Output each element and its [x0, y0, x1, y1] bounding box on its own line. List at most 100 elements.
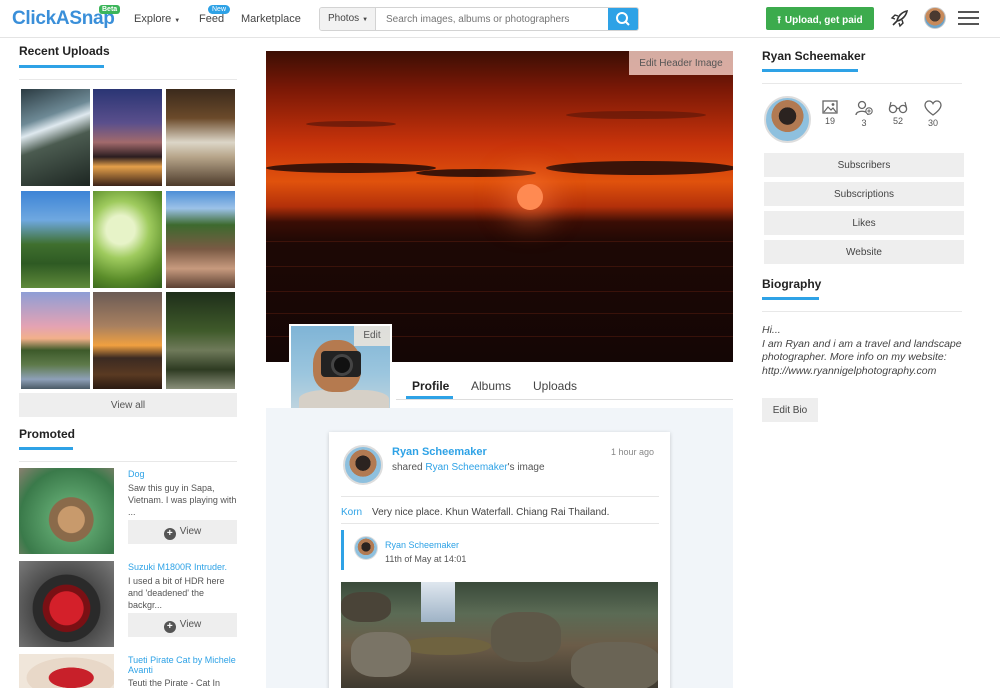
tab-albums[interactable]: Albums: [471, 379, 511, 393]
biography-text: Hi... I am Ryan and i am a travel and la…: [762, 324, 972, 378]
subscribers-stat[interactable]: 3: [849, 100, 879, 128]
section-underline: [762, 69, 858, 72]
promoted-title-link[interactable]: Tueti Pirate Cat by Michele Avanti: [128, 655, 240, 675]
shared-prefix: shared: [392, 462, 423, 473]
divider: [762, 83, 962, 84]
promoted-view-button[interactable]: + View: [128, 613, 237, 637]
top-navigation-bar: ClickASnap Beta Explore ▼ Feed New Market…: [0, 0, 1000, 38]
divider: [762, 311, 962, 312]
user-avatar[interactable]: [924, 7, 946, 29]
recent-upload-thumb[interactable]: [93, 292, 162, 389]
comment-text: Very nice place. Khun Waterfall. Chiang …: [372, 507, 610, 518]
shared-user-link[interactable]: Ryan Scheemaker: [425, 462, 507, 473]
recent-upload-thumb[interactable]: [93, 89, 162, 186]
website-button[interactable]: Website: [764, 240, 964, 264]
hamburger-menu-icon[interactable]: [958, 11, 979, 26]
nav-explore-label: Explore: [134, 13, 172, 25]
quote-bar: [341, 530, 344, 570]
profile-header-image: [266, 51, 733, 362]
glasses-icon: [888, 101, 908, 114]
promoted-title-link[interactable]: Dog: [128, 469, 240, 479]
add-user-icon: [855, 100, 873, 116]
image-icon: [822, 100, 838, 114]
post-timestamp: 1 hour ago: [611, 447, 655, 457]
recent-upload-thumb[interactable]: [21, 292, 90, 389]
view-label: View: [179, 619, 202, 630]
shared-author-name[interactable]: Ryan Scheemaker: [385, 540, 459, 550]
promoted-title-link[interactable]: Suzuki M1800R Intruder.: [128, 562, 240, 572]
recent-upload-thumb[interactable]: [93, 191, 162, 288]
promoted-image-cat[interactable]: [19, 654, 114, 688]
rocket-icon[interactable]: [889, 9, 909, 29]
shared-date: 11th of May at 14:01: [385, 554, 467, 564]
view-label: View: [179, 526, 202, 537]
divider: [341, 496, 659, 497]
comment-user-link[interactable]: Korn: [341, 507, 362, 518]
recent-uploads-title: Recent Uploads: [19, 44, 110, 58]
photos-count: 19: [824, 116, 835, 126]
views-stat[interactable]: 52: [883, 100, 913, 126]
promoted-description: Teuti the Pirate - Cat In: [128, 678, 221, 688]
search-scope-select[interactable]: Photos ▼: [320, 8, 376, 30]
post-shared-line: shared Ryan Scheemaker's image: [392, 462, 545, 473]
promoted-view-button[interactable]: + View: [128, 520, 237, 544]
recent-upload-thumb[interactable]: [21, 89, 90, 186]
promoted-image-dog[interactable]: [19, 468, 114, 554]
upload-button[interactable]: ⭱ Upload, get paid: [766, 7, 874, 30]
plus-circle-icon: +: [163, 528, 176, 540]
subscribers-count: 3: [861, 118, 867, 128]
recent-upload-thumb[interactable]: [166, 89, 235, 186]
subscribers-button[interactable]: Subscribers: [764, 153, 964, 177]
divider: [19, 461, 237, 462]
recent-upload-thumb[interactable]: [166, 191, 235, 288]
nav-feed[interactable]: Feed: [199, 13, 224, 25]
promoted-image-motorcycle[interactable]: [19, 561, 114, 647]
new-badge: New: [208, 5, 231, 14]
photos-stat[interactable]: 19: [815, 100, 845, 126]
divider: [396, 399, 733, 400]
view-all-button[interactable]: View all: [19, 393, 237, 417]
edit-profile-picture-button[interactable]: Edit: [354, 326, 390, 346]
promoted-description: I used a bit of HDR here and 'deadened' …: [128, 576, 225, 610]
likes-button[interactable]: Likes: [764, 211, 964, 235]
tab-uploads[interactable]: Uploads: [533, 379, 577, 393]
nav-marketplace[interactable]: Marketplace: [241, 13, 301, 25]
post-image-waterfall[interactable]: [341, 582, 658, 688]
plus-circle-icon: +: [163, 621, 176, 633]
search-input[interactable]: [378, 8, 608, 30]
biography-title: Biography: [762, 277, 822, 291]
views-count: 52: [892, 116, 903, 126]
tab-profile[interactable]: Profile: [412, 379, 449, 393]
divider: [341, 523, 659, 524]
post-author-name[interactable]: Ryan Scheemaker: [392, 446, 487, 458]
recent-upload-thumb[interactable]: [166, 292, 235, 389]
section-underline: [19, 447, 73, 450]
search-button[interactable]: [608, 8, 638, 30]
beta-badge: Beta: [99, 5, 121, 14]
search-icon: [616, 12, 630, 26]
heart-icon: [924, 100, 942, 116]
profile-avatar: [764, 96, 811, 143]
search-bar: Photos ▼: [319, 7, 639, 31]
likes-stat[interactable]: 30: [918, 100, 948, 128]
promoted-description: Saw this guy in Sapa, Vietnam. I was pla…: [128, 483, 237, 517]
upload-icon: ⭱: [777, 15, 781, 26]
shared-author-avatar[interactable]: [354, 536, 378, 560]
profile-name-heading: Ryan Scheemaker: [762, 49, 866, 63]
post-author-avatar[interactable]: [343, 445, 383, 485]
edit-bio-button[interactable]: Edit Bio: [762, 398, 818, 422]
bio-line: I am Ryan and i am a travel and landscap…: [762, 337, 962, 364]
bio-line: Hi...: [762, 324, 781, 336]
upload-label: Upload, get paid: [784, 15, 863, 26]
recent-upload-thumb[interactable]: [21, 191, 90, 288]
nav-explore[interactable]: Explore ▼: [134, 13, 180, 25]
sun: [517, 184, 543, 210]
section-underline: [762, 297, 819, 300]
caret-down-icon: ▼: [174, 18, 181, 24]
subscriptions-button[interactable]: Subscriptions: [764, 182, 964, 206]
caret-down-icon: ▼: [362, 17, 369, 23]
search-scope-value: Photos: [328, 13, 360, 24]
bio-website: http://www.ryannigelphotography.com: [762, 364, 937, 377]
section-underline: [19, 65, 104, 68]
edit-header-image-button[interactable]: Edit Header Image: [629, 51, 733, 75]
